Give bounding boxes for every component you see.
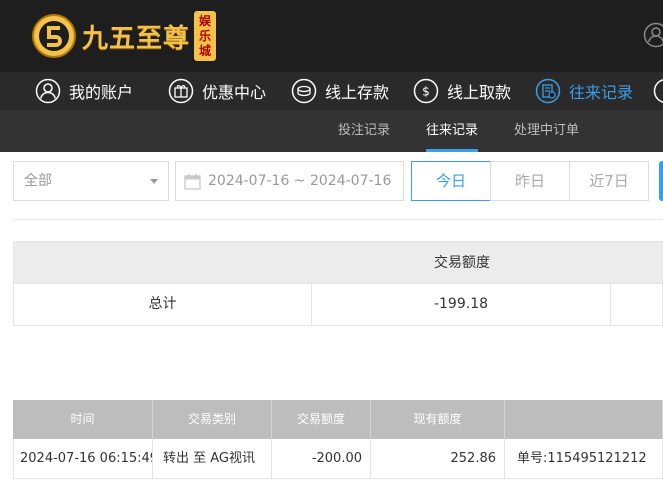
detail-header: 时间 交易类别 交易额度 现有额度 — [13, 400, 663, 439]
summary-table: 交易额度 总计 -199.18 — [13, 241, 663, 326]
subnav-item-records[interactable]: 往来记录 — [426, 110, 479, 152]
caret-down-icon — [150, 179, 158, 184]
col-remark — [505, 400, 663, 439]
nav-item-promotions[interactable]: 优惠中心 — [168, 72, 266, 110]
brand-name: 九五至尊 — [82, 23, 191, 54]
type-select-value: 全部 — [24, 173, 52, 189]
brand-badge-text: 娱乐城 — [199, 14, 212, 58]
query-button[interactable] — [659, 161, 663, 201]
user-circle-icon — [35, 78, 61, 104]
date-range-input[interactable]: 2024-07-16 ~ 2024-07-16 — [175, 161, 404, 201]
record-icon — [535, 78, 561, 104]
summary-header-amount: 交易额度 — [434, 255, 490, 271]
col-type: 交易类别 — [153, 400, 272, 439]
quick-today-button[interactable]: 今日 — [411, 161, 491, 201]
deposit-icon — [291, 78, 317, 104]
summary-row-label: 总计 — [14, 284, 312, 325]
nav-item-label: 线上存款 — [325, 83, 390, 102]
more-nav-icon — [653, 79, 663, 103]
date-range-value: 2024-07-16 ~ 2024-07-16 — [208, 173, 392, 189]
cell-balance: 252.86 — [371, 439, 505, 478]
gift-icon — [168, 78, 194, 104]
filter-divider — [13, 219, 663, 220]
cell-remark: 单号:115495121212 — [505, 439, 663, 478]
table-row: 2024-07-16 06:15:49 转出 至 AG视讯 -200.00 25… — [13, 439, 663, 479]
summary-header: 交易额度 — [13, 241, 663, 284]
col-time: 时间 — [13, 400, 153, 439]
nav-item-label: 线上取款 — [447, 83, 512, 102]
nav-item-account[interactable]: 我的账户 — [35, 72, 133, 110]
calendar-icon — [184, 174, 201, 190]
nav-item-label: 往来记录 — [569, 83, 634, 102]
brand-badge: 娱乐城 — [194, 11, 217, 61]
nav-item-withdraw[interactable]: $ 线上取款 — [413, 72, 511, 110]
brand-logo[interactable]: 九五至尊 娱乐城 — [30, 8, 217, 64]
sub-nav: 投注记录 往来记录 处理中订单 — [0, 110, 663, 152]
top-header: 九五至尊 娱乐城 — [0, 0, 663, 72]
detail-table: 时间 交易类别 交易额度 现有额度 2024-07-16 06:15:49 转出… — [13, 400, 663, 479]
summary-row-value: -199.18 — [312, 284, 611, 325]
subnav-item-bets[interactable]: 投注记录 — [338, 110, 390, 152]
nav-item-deposit[interactable]: 线上存款 — [291, 72, 389, 110]
cell-type: 转出 至 AG视讯 — [153, 439, 272, 478]
logo-mark-icon — [32, 14, 76, 58]
account-icon[interactable] — [643, 22, 663, 48]
nav-item-label: 我的账户 — [69, 83, 134, 102]
svg-text:$: $ — [422, 85, 430, 99]
nav-item-more[interactable] — [653, 72, 663, 110]
summary-row: 总计 -199.18 — [13, 284, 663, 326]
col-amount: 交易额度 — [272, 400, 371, 439]
col-balance: 现有额度 — [371, 400, 505, 439]
cell-time: 2024-07-16 06:15:49 — [14, 439, 153, 478]
quick-yesterday-button[interactable]: 昨日 — [490, 161, 570, 201]
withdraw-icon: $ — [413, 78, 439, 104]
subnav-item-pending[interactable]: 处理中订单 — [514, 110, 579, 152]
quick-7days-button[interactable]: 近7日 — [569, 161, 649, 201]
cell-amount: -200.00 — [272, 439, 371, 478]
main-nav: 我的账户 优惠中心 线上存款 $ 线上取款 往来记录 — [0, 72, 663, 110]
nav-item-label: 优惠中心 — [202, 83, 267, 102]
type-select[interactable]: 全部 — [13, 161, 169, 201]
nav-item-records[interactable]: 往来记录 — [535, 72, 633, 110]
